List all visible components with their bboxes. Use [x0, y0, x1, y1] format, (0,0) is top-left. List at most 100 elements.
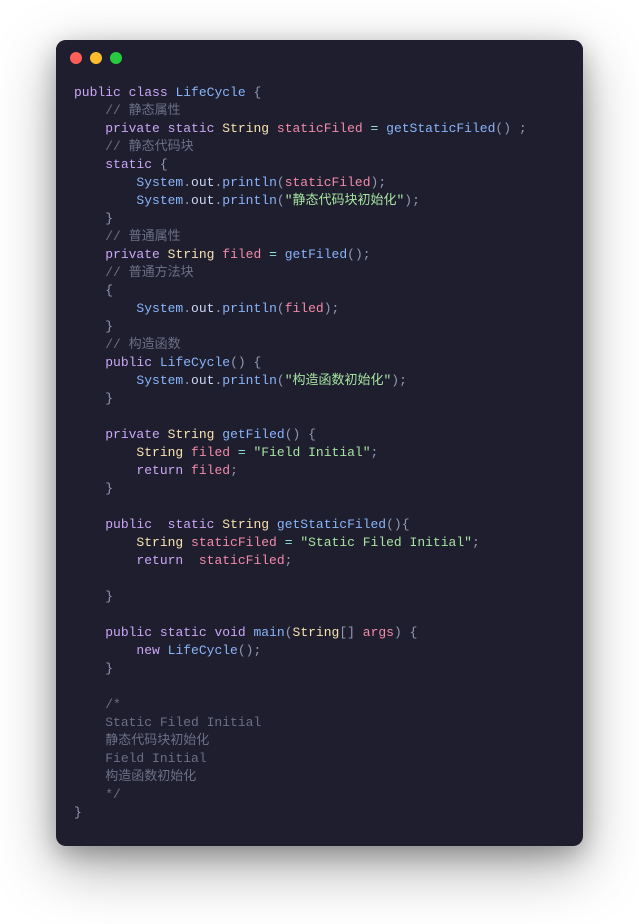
token-br: { [308, 427, 316, 442]
token-pn: ( [277, 301, 285, 316]
token-typ: String [168, 427, 215, 442]
token-op: = [371, 121, 379, 136]
token-cmt: // 构造函数 [105, 337, 180, 352]
token-var: filed [191, 445, 230, 460]
token-fn: getStaticFiled [386, 121, 495, 136]
token-kw: private [105, 247, 160, 262]
token-mem: out [191, 175, 214, 190]
token-pn: ( [285, 625, 293, 640]
token-pn: ; [472, 535, 480, 550]
token-str: "Field Initial" [254, 445, 371, 460]
token-cmt: Field Initial [105, 751, 206, 766]
token-pn: ) [394, 517, 402, 532]
token-pn: ; [230, 463, 238, 478]
token-cls: LifeCycle [160, 355, 230, 370]
token-pn: ( [285, 427, 293, 442]
token-cmt: Static Filed Initial [105, 715, 261, 730]
token-kw: private [105, 121, 160, 136]
token-obj: System [136, 193, 183, 208]
token-obj: System [136, 301, 183, 316]
token-typ: String [136, 445, 183, 460]
token-pn: ; [399, 373, 407, 388]
token-pn: ; [332, 301, 340, 316]
token-pn: ; [371, 445, 379, 460]
token-br: } [105, 211, 113, 226]
token-pn: ; [285, 553, 293, 568]
token-op: = [269, 247, 277, 262]
token-cls: LifeCycle [168, 643, 238, 658]
token-br: } [105, 391, 113, 406]
close-icon[interactable] [70, 52, 82, 64]
token-pn: . [183, 373, 191, 388]
token-pn: ( [347, 247, 355, 262]
token-pn: ) [503, 121, 511, 136]
token-kw: static [168, 517, 215, 532]
token-typ: String [222, 517, 269, 532]
token-pn: . [183, 301, 191, 316]
token-fn: println [222, 193, 277, 208]
token-pn: ( [277, 175, 285, 190]
token-mem: out [191, 373, 214, 388]
token-cmt: // 静态属性 [105, 103, 180, 118]
window-titlebar [56, 40, 583, 76]
minimize-icon[interactable] [90, 52, 102, 64]
token-fn: println [222, 175, 277, 190]
token-cls: main [254, 625, 285, 640]
token-pn: ; [363, 247, 371, 262]
token-pn: . [183, 175, 191, 190]
token-cls: getFiled [222, 427, 284, 442]
maximize-icon[interactable] [110, 52, 122, 64]
token-kw: void [214, 625, 245, 640]
token-str: "构造函数初始化" [285, 373, 392, 388]
token-fn: println [222, 301, 277, 316]
token-br: } [105, 319, 113, 334]
token-obj: System [136, 175, 183, 190]
token-pn: ) [238, 355, 246, 370]
token-typ: String [222, 121, 269, 136]
token-cmt: // 普通方法块 [105, 265, 193, 280]
token-br: } [105, 589, 113, 604]
token-var: filed [222, 247, 261, 262]
token-kw: private [105, 427, 160, 442]
token-kw: return [136, 553, 183, 568]
token-pn: ( [386, 517, 394, 532]
token-kw: public [74, 85, 121, 100]
token-br: { [253, 85, 261, 100]
token-mem: out [191, 301, 214, 316]
token-br: } [74, 805, 82, 820]
token-pn: ( [277, 373, 285, 388]
token-typ: String [168, 247, 215, 262]
token-typ: String [136, 535, 183, 550]
token-br: { [160, 157, 168, 172]
token-cmt: /* [105, 697, 121, 712]
token-var: filed [285, 301, 324, 316]
token-op: = [285, 535, 293, 550]
token-pn: ] [347, 625, 355, 640]
token-var: staticFiled [191, 535, 277, 550]
token-cls: LifeCycle [175, 85, 245, 100]
token-fn: println [222, 373, 277, 388]
token-pn: . [183, 193, 191, 208]
token-cls: getStaticFiled [277, 517, 386, 532]
token-str: "Static Filed Initial" [300, 535, 472, 550]
token-pn: ) [293, 427, 301, 442]
token-pn: ; [253, 643, 261, 658]
token-pn: ; [412, 193, 420, 208]
token-kw: public [105, 625, 152, 640]
code-window: public class LifeCycle { // 静态属性 private… [56, 40, 583, 846]
token-pn: ) [391, 373, 399, 388]
token-br: } [105, 661, 113, 676]
token-pn: ) [394, 625, 402, 640]
token-str: "静态代码块初始化" [285, 193, 405, 208]
token-kw: return [136, 463, 183, 478]
token-pn: ; [519, 121, 527, 136]
token-br: { [254, 355, 262, 370]
token-cmt: // 普通属性 [105, 229, 180, 244]
token-kw: new [136, 643, 159, 658]
token-obj: System [136, 373, 183, 388]
token-fn: getFiled [285, 247, 347, 262]
token-kw: static [168, 121, 215, 136]
token-br: { [402, 517, 410, 532]
token-var: args [363, 625, 394, 640]
token-var: filed [191, 463, 230, 478]
